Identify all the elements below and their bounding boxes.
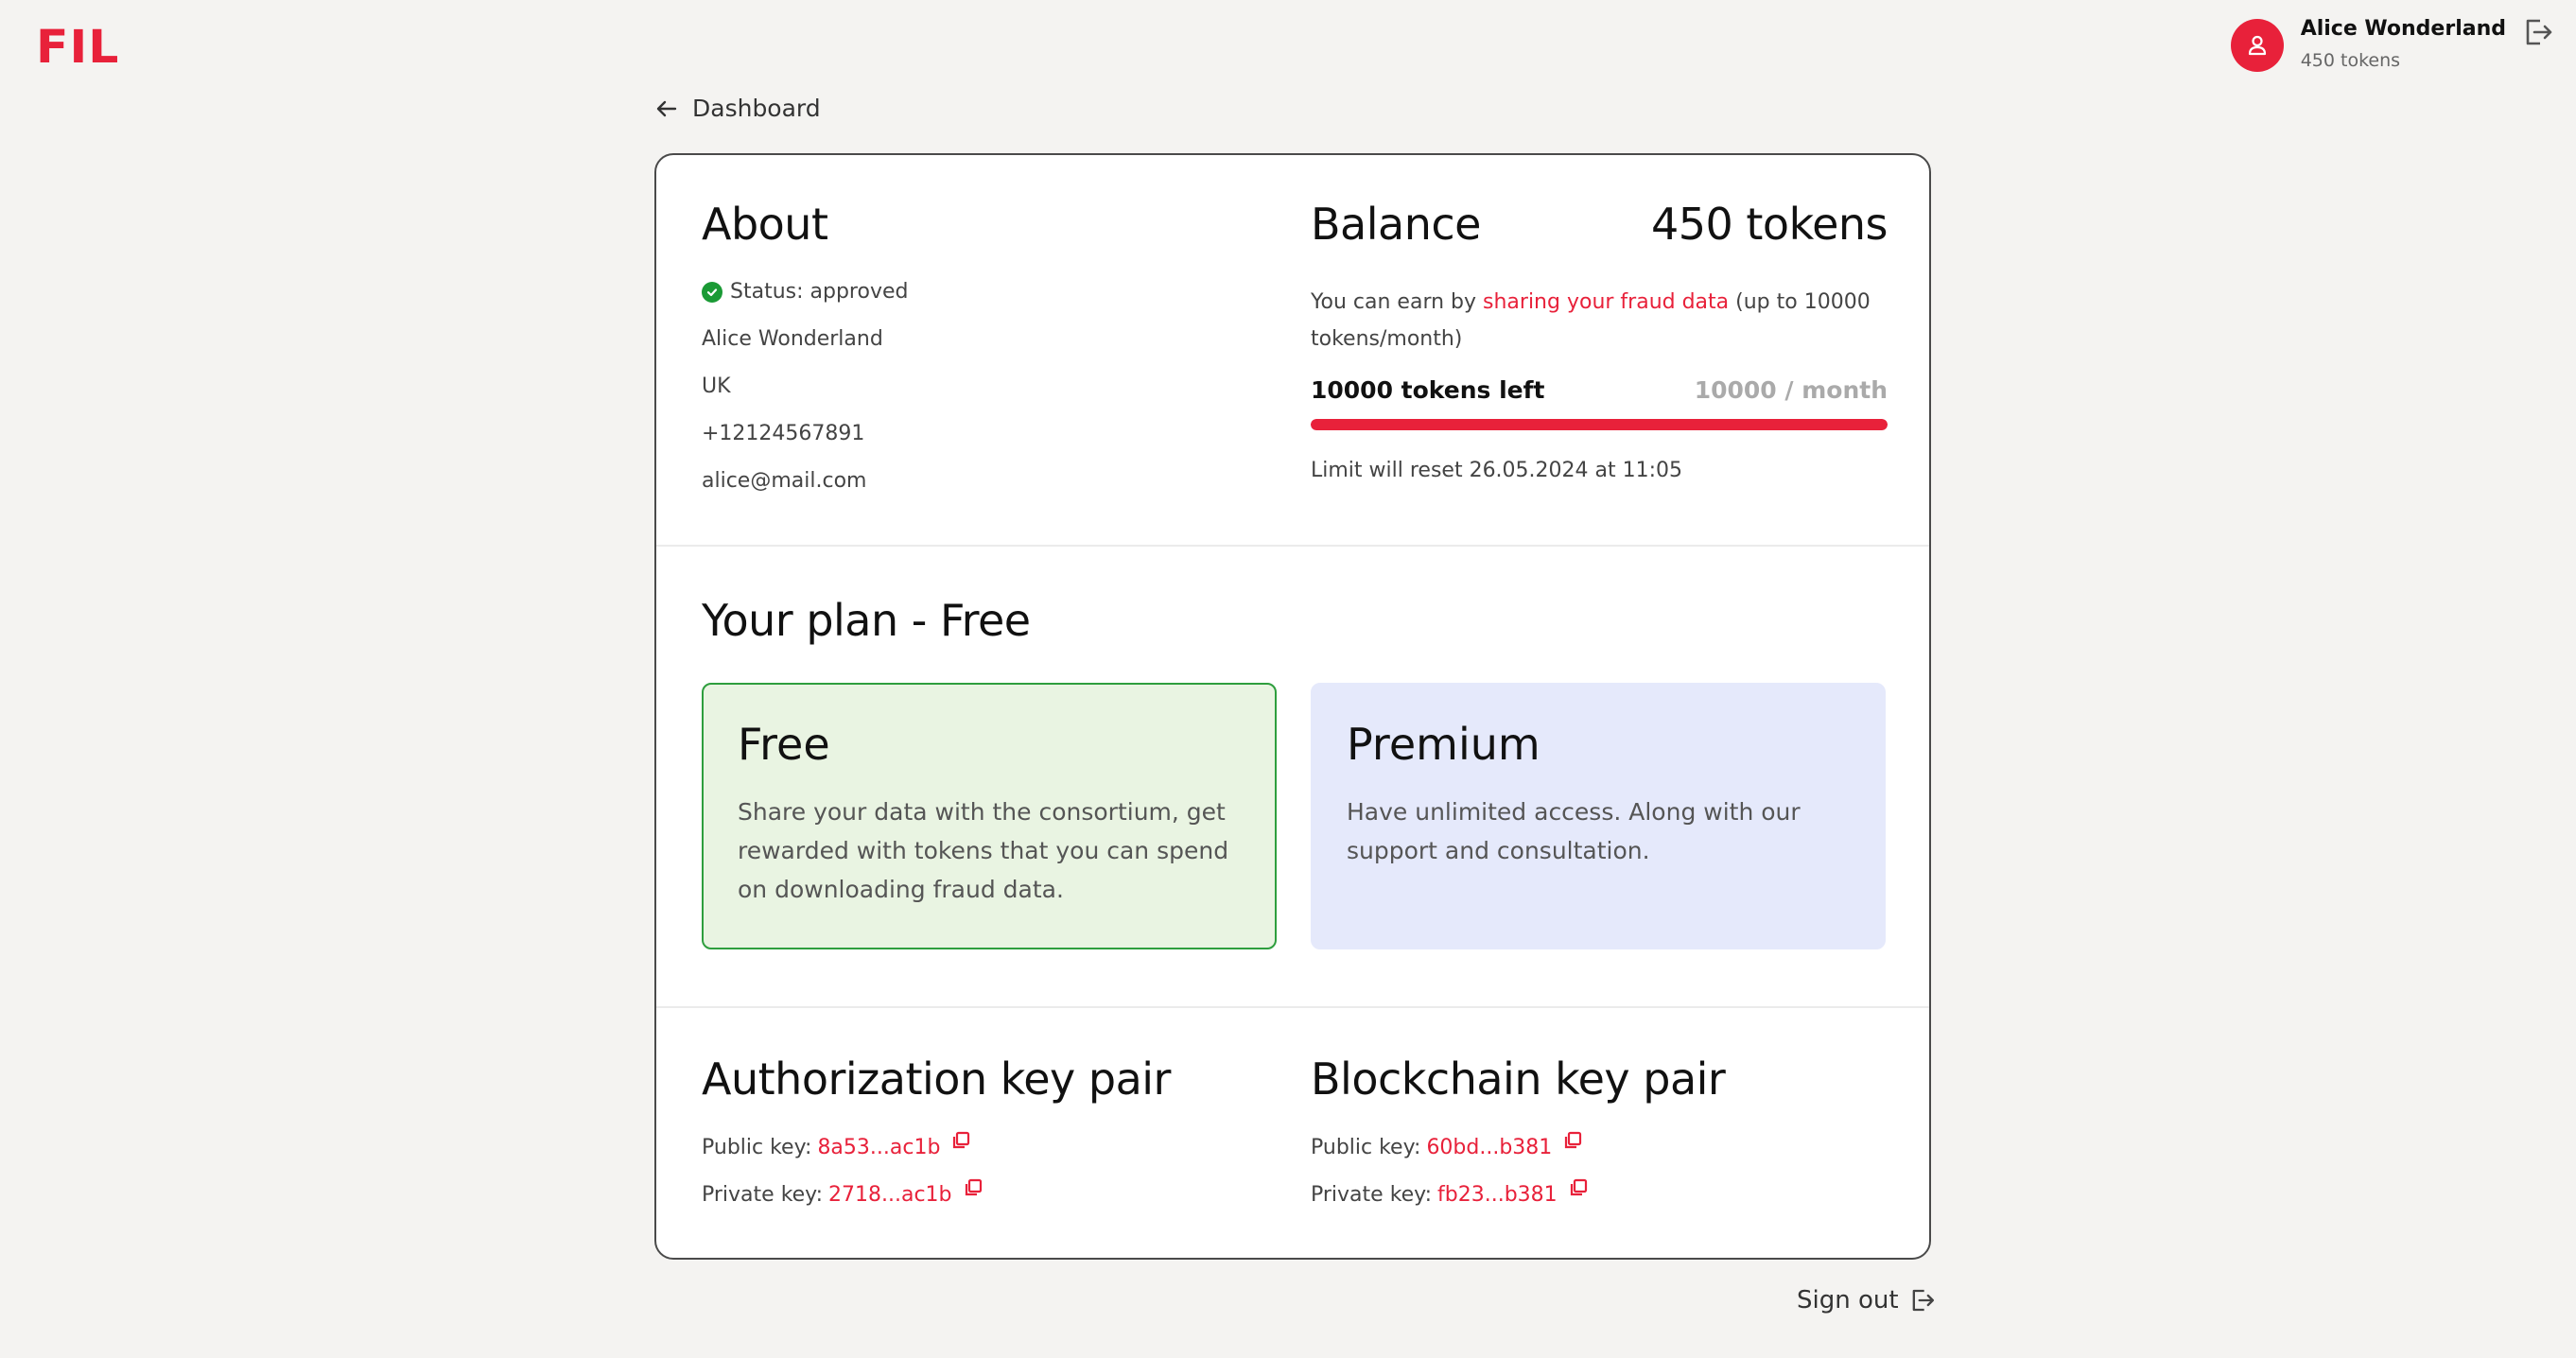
desc-prefix: You can earn by: [1311, 290, 1484, 314]
page: FIL Alice Wonderland 450 tokens Dashboar…: [0, 0, 2576, 1358]
copy-icon[interactable]: [1569, 1178, 1588, 1203]
user-menu: Alice Wonderland 450 tokens: [2230, 15, 2555, 78]
blockchain-keys-section: Blockchain key pair Public key: 60bd...b…: [1311, 1053, 1888, 1218]
plan-option-free[interactable]: Free Share your data with the consortium…: [702, 683, 1277, 949]
plan-description: Have unlimited access. Along with our su…: [1347, 798, 1801, 864]
balance-title: Balance: [1311, 199, 1481, 250]
auth-keys-title: Authorization key pair: [702, 1053, 1171, 1105]
chain-private-key-value: fb23...b381: [1437, 1182, 1558, 1207]
auth-public-key-row: Public key: 8a53...ac1b: [702, 1123, 1279, 1171]
plan-name: Premium: [1347, 719, 1540, 770]
balance-section: Balance 450 tokens You can earn by shari…: [1311, 199, 1888, 482]
about-name: Alice Wonderland: [702, 327, 883, 351]
divider: [656, 545, 1929, 547]
plan-name: Free: [738, 719, 830, 770]
user-icon: [2248, 35, 2266, 56]
token-progress-fill: [1311, 419, 1888, 430]
chain-keys-title: Blockchain key pair: [1311, 1053, 1726, 1105]
balance-description: You can earn by sharing your fraud data …: [1311, 284, 1878, 357]
arrow-left-icon: [656, 100, 677, 116]
authorization-keys-section: Authorization key pair Public key: 8a53.…: [702, 1053, 1279, 1218]
sign-out-label: Sign out: [1797, 1286, 1899, 1314]
limit-reset-text: Limit will reset 26.05.2024 at 11:05: [1311, 459, 1683, 482]
copy-icon[interactable]: [1563, 1131, 1582, 1156]
private-key-label: Private key:: [702, 1182, 824, 1207]
back-to-dashboard-link[interactable]: Dashboard: [654, 95, 821, 122]
avatar[interactable]: [2230, 19, 2284, 72]
user-name: Alice Wonderland: [2300, 17, 2506, 41]
about-country: UK: [702, 374, 731, 398]
auth-public-key-value: 8a53...ac1b: [817, 1135, 941, 1159]
user-info: Alice Wonderland 450 tokens: [2301, 15, 2506, 78]
back-label: Dashboard: [692, 95, 821, 122]
copy-icon[interactable]: [951, 1131, 970, 1156]
copy-icon[interactable]: [964, 1178, 983, 1203]
divider: [656, 1006, 1929, 1008]
logout-icon: [1912, 1289, 1934, 1312]
about-section: About Status: approved Alice Wonderland …: [702, 199, 908, 505]
chain-private-key-row: Private key: fb23...b381: [1311, 1171, 1888, 1218]
status-text: Status: approved: [730, 280, 909, 304]
tokens-left: 10000 tokens left: [1311, 376, 1545, 404]
about-email: alice@mail.com: [702, 469, 867, 493]
chain-public-key-value: 60bd...b381: [1426, 1135, 1553, 1159]
plan-description: Share your data with the consortium, get…: [738, 798, 1229, 903]
logo[interactable]: FIL: [36, 21, 119, 74]
sign-out-button[interactable]: Sign out: [1797, 1286, 1937, 1314]
balance-amount: 450 tokens: [1650, 199, 1888, 250]
auth-private-key-value: 2718...ac1b: [828, 1182, 952, 1207]
check-circle-icon: [702, 282, 722, 303]
auth-private-key-row: Private key: 2718...ac1b: [702, 1171, 1279, 1218]
status-row: Status: approved: [702, 269, 908, 316]
tokens-limit: 10000 / month: [1694, 376, 1888, 404]
about-phone: +12124567891: [702, 422, 865, 445]
account-card: About Status: approved Alice Wonderland …: [654, 153, 1931, 1260]
token-progress-bar: [1311, 419, 1888, 430]
logout-icon[interactable]: [2521, 15, 2555, 49]
plan-option-premium[interactable]: Premium Have unlimited access. Along wit…: [1311, 683, 1886, 949]
chain-public-key-row: Public key: 60bd...b381: [1311, 1123, 1888, 1171]
plan-title: Your plan - Free: [702, 595, 1031, 646]
public-key-label: Public key:: [702, 1135, 812, 1159]
about-title: About: [702, 199, 828, 250]
public-key-label: Public key:: [1311, 1135, 1421, 1159]
share-fraud-data-link[interactable]: sharing your fraud data: [1483, 290, 1729, 314]
user-token-count: 450 tokens: [2300, 50, 2401, 71]
private-key-label: Private key:: [1311, 1182, 1433, 1207]
